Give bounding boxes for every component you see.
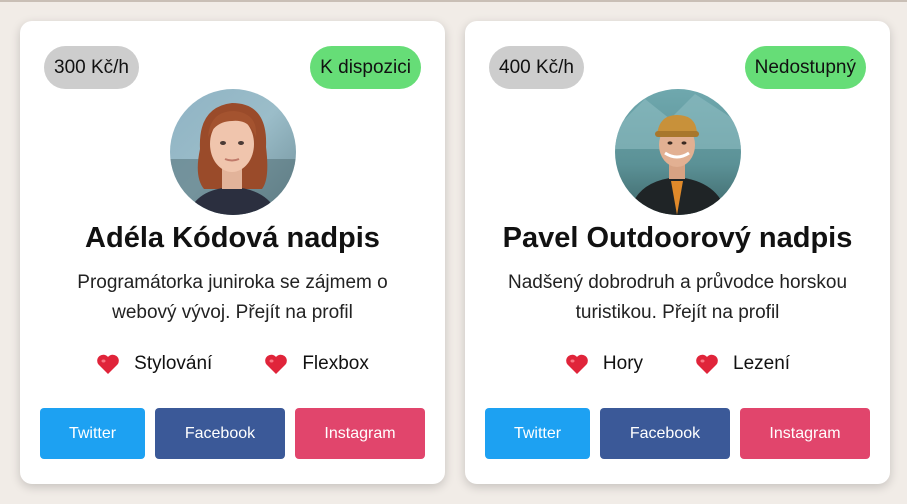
heart-icon [265, 354, 288, 374]
profile-bio: Programátorka juniroka se zájmem o webov… [77, 272, 388, 323]
instagram-button[interactable]: Instagram [295, 408, 425, 459]
interest-item: Lezení [695, 349, 790, 379]
social-buttons: Twitter Facebook Instagram [485, 408, 870, 459]
status-badge: Nedostupný [744, 46, 866, 89]
twitter-button[interactable]: Twitter [485, 408, 590, 459]
instagram-button[interactable]: Instagram [740, 408, 870, 459]
status-badge: K dispozici [310, 46, 421, 89]
twitter-button[interactable]: Twitter [40, 408, 145, 459]
interest-item: Hory [565, 349, 643, 379]
interest-label: Lezení [733, 353, 791, 374]
heart-icon [696, 354, 718, 374]
profile-card: 300 Kč/h K dispozici Adéla Kódová nadpis… [20, 21, 445, 484]
facebook-button[interactable]: Facebook [600, 408, 730, 459]
interests-list: Hory Lezení [465, 349, 890, 379]
profile-bio: Nadšený dobrodruh a průvodce horskou tur… [507, 272, 848, 323]
interests-list: Stylování Flexbox [20, 349, 445, 379]
heart-icon [566, 354, 588, 374]
profile-name: Adéla Kódová nadpis [85, 222, 380, 254]
profile-card: 400 Kč/h Nedostupný Pavel Outdoorový nad… [465, 21, 890, 484]
profile-name: Pavel Outdoorový nadpis [502, 222, 853, 254]
interest-label: Flexbox [302, 353, 369, 374]
interest-item: Stylování [96, 349, 212, 379]
facebook-button[interactable]: Facebook [155, 408, 285, 459]
social-buttons: Twitter Facebook Instagram [40, 408, 425, 459]
top-divider [0, 0, 907, 2]
price-badge: 300 Kč/h [44, 46, 139, 89]
interest-item: Flexbox [264, 349, 369, 379]
interest-label: Stylování [134, 353, 213, 374]
heart-icon [97, 354, 119, 374]
avatar [169, 89, 296, 215]
interest-label: Hory [602, 353, 644, 374]
price-badge: 400 Kč/h [489, 46, 584, 89]
avatar [614, 89, 741, 215]
